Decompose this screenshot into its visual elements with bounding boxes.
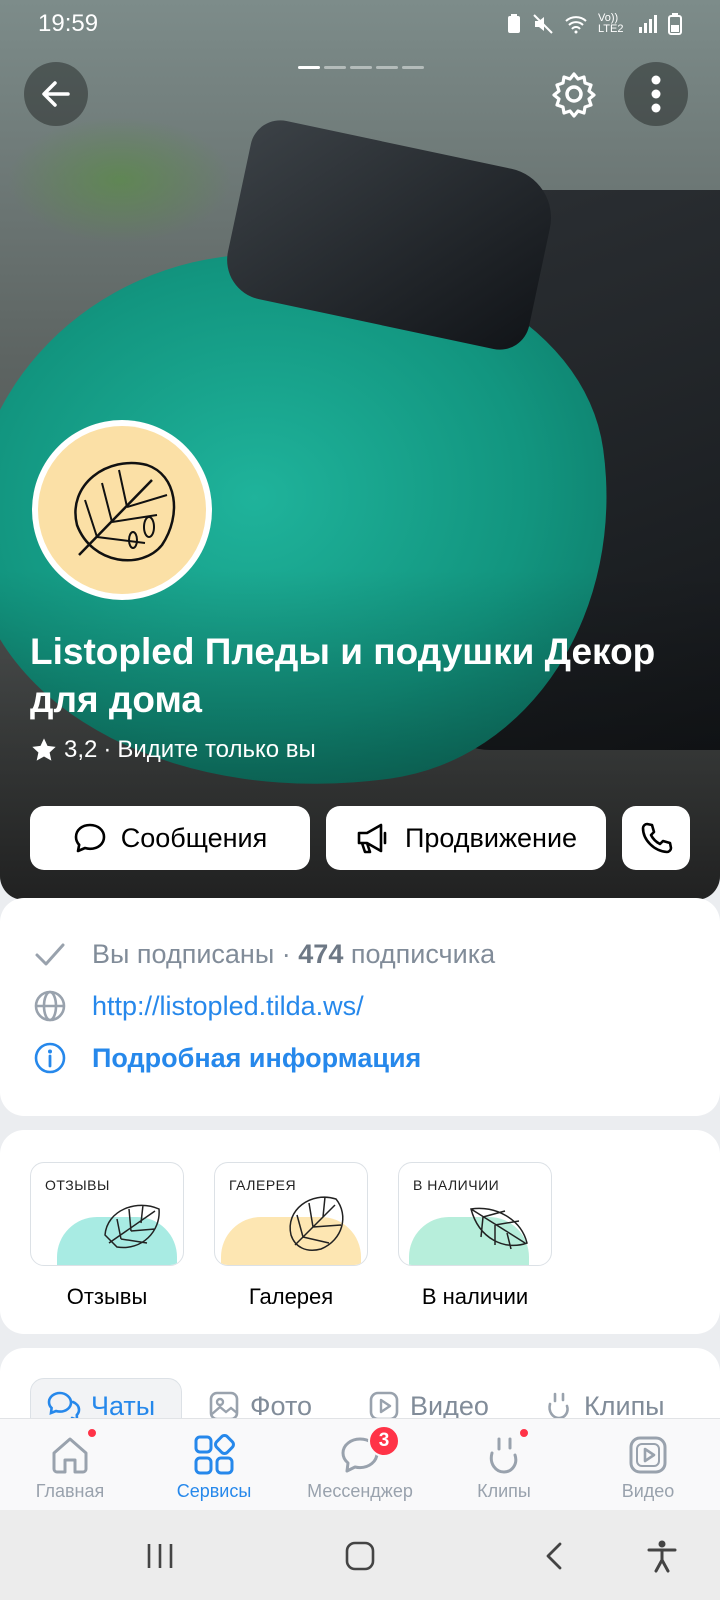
accessibility-icon (647, 1540, 677, 1573)
video-icon (629, 1436, 667, 1474)
back-system-button[interactable] (534, 1536, 574, 1576)
messages-button[interactable]: Сообщения (30, 806, 310, 870)
service-gallery[interactable]: ГАЛЕРЕЯ Галерея (214, 1162, 368, 1310)
service-reviews-label: Отзывы (66, 1284, 148, 1309)
system-navigation (0, 1510, 720, 1600)
service-gallery-tile[interactable]: ГАЛЕРЕЯ (214, 1162, 368, 1266)
services-grid-icon (194, 1434, 235, 1475)
subscribed-text: Вы подписаны (92, 938, 275, 969)
status-bar: 19:59 Vo)) LTE2 (0, 0, 720, 48)
nav-video-label: Видео (621, 1481, 675, 1501)
leaf-icon (470, 1207, 528, 1250)
home-icon (52, 1437, 88, 1474)
more-button[interactable] (624, 62, 688, 126)
website-link[interactable]: http://listopled.tilda.ws/ (92, 991, 364, 1022)
megaphone-icon (357, 823, 387, 854)
chevron-left-icon (546, 1542, 562, 1570)
nav-services-label: Сервисы (176, 1481, 252, 1501)
promotion-label: Продвижение (404, 822, 578, 853)
info-icon (34, 1042, 66, 1074)
home-square-icon (345, 1541, 375, 1571)
volte-icon: Vo)) LTE2 (598, 12, 624, 35)
tab-video-label: Видео (410, 1390, 489, 1421)
wifi-icon (565, 16, 587, 34)
clips-icon (489, 1437, 518, 1474)
action-row: Сообщения Продвижение (30, 806, 690, 870)
nav-home-dot (86, 1427, 98, 1439)
service-in-stock-tile[interactable]: В НАЛИЧИИ (398, 1162, 552, 1266)
nav-clips-dot (518, 1427, 530, 1439)
leaf-icon (104, 1204, 160, 1249)
visibility-note: Видите только вы (117, 736, 316, 763)
nav-home[interactable]: Главная (0, 1427, 140, 1502)
details-row[interactable]: Подробная информация (32, 1040, 421, 1076)
group-title: Listopled Пледы и подушки Декор для дома (30, 631, 656, 720)
nav-clips[interactable]: Клипы (434, 1427, 574, 1502)
nav-messenger[interactable]: 3 Мессенджер (290, 1425, 430, 1502)
service-reviews-tag: ОТЗЫВЫ (45, 1177, 110, 1193)
gear-icon (552, 72, 596, 118)
service-reviews-tile[interactable]: ОТЗЫВЫ (30, 1162, 184, 1266)
home-system-button[interactable] (340, 1536, 380, 1576)
service-in-stock-label: В наличии (421, 1284, 529, 1309)
status-icons: Vo)) LTE2 (506, 13, 682, 35)
back-button[interactable] (24, 62, 88, 126)
battery-saver-icon (508, 14, 520, 33)
service-in-stock-tag: В НАЛИЧИИ (413, 1177, 500, 1193)
promotion-button[interactable]: Продвижение (326, 806, 606, 870)
accessibility-button[interactable] (642, 1536, 682, 1576)
rating-line: 3,2 · Видите только вы (30, 736, 316, 764)
service-gallery-label: Галерея (248, 1284, 334, 1309)
recent-apps-button[interactable] (140, 1536, 180, 1576)
mute-icon (533, 14, 553, 34)
cover-pager (298, 66, 424, 69)
nav-services[interactable]: Сервисы (144, 1429, 284, 1502)
settings-button[interactable] (542, 62, 606, 126)
star-icon (32, 738, 56, 761)
call-button[interactable] (622, 806, 690, 870)
bottom-navigation: Главная Сервисы 3 Мессенджер Клипы Видео (0, 1418, 720, 1510)
tab-photo-label: Фото (250, 1390, 313, 1421)
subscribers-count: 474 (298, 938, 344, 969)
status-time: 19:59 (38, 10, 99, 37)
nav-home-label: Главная (35, 1481, 105, 1501)
messages-label: Сообщения (120, 822, 268, 853)
website-row[interactable]: http://listopled.tilda.ws/ (32, 988, 364, 1024)
battery-icon (668, 13, 682, 35)
globe-icon (34, 990, 66, 1022)
details-link[interactable]: Подробная информация (92, 1043, 421, 1074)
service-reviews[interactable]: ОТЗЫВЫ Отзывы (30, 1162, 184, 1310)
nav-clips-label: Клипы (477, 1481, 531, 1501)
rating-value[interactable]: 3,2 (64, 736, 97, 764)
nav-video[interactable]: Видео (578, 1429, 718, 1502)
group-avatar[interactable] (32, 420, 212, 600)
phone-icon (641, 822, 673, 854)
more-vertical-icon (651, 75, 661, 113)
tab-clips-label: Клипы (584, 1390, 665, 1421)
signal-icon (639, 15, 657, 33)
message-bubble-icon (74, 823, 106, 853)
subscribers-label: подписчика (350, 938, 496, 969)
subscription-row[interactable]: Вы подписаны · 474 подписчика (32, 936, 495, 972)
monstera-leaf-icon (74, 461, 176, 562)
nav-messenger-label: Мессенджер (307, 1481, 413, 1501)
service-in-stock[interactable]: В НАЛИЧИИ В наличии (398, 1162, 552, 1310)
rating-separator: · (103, 736, 112, 763)
recent-apps-icon (147, 1544, 173, 1568)
subscribed-dot: · (281, 938, 291, 969)
arrow-left-icon (42, 81, 70, 107)
leaf-icon (289, 1196, 344, 1251)
tab-chats-label: Чаты (91, 1390, 156, 1421)
checkmark-icon (35, 943, 65, 966)
messenger-badge: 3 (368, 1425, 400, 1457)
